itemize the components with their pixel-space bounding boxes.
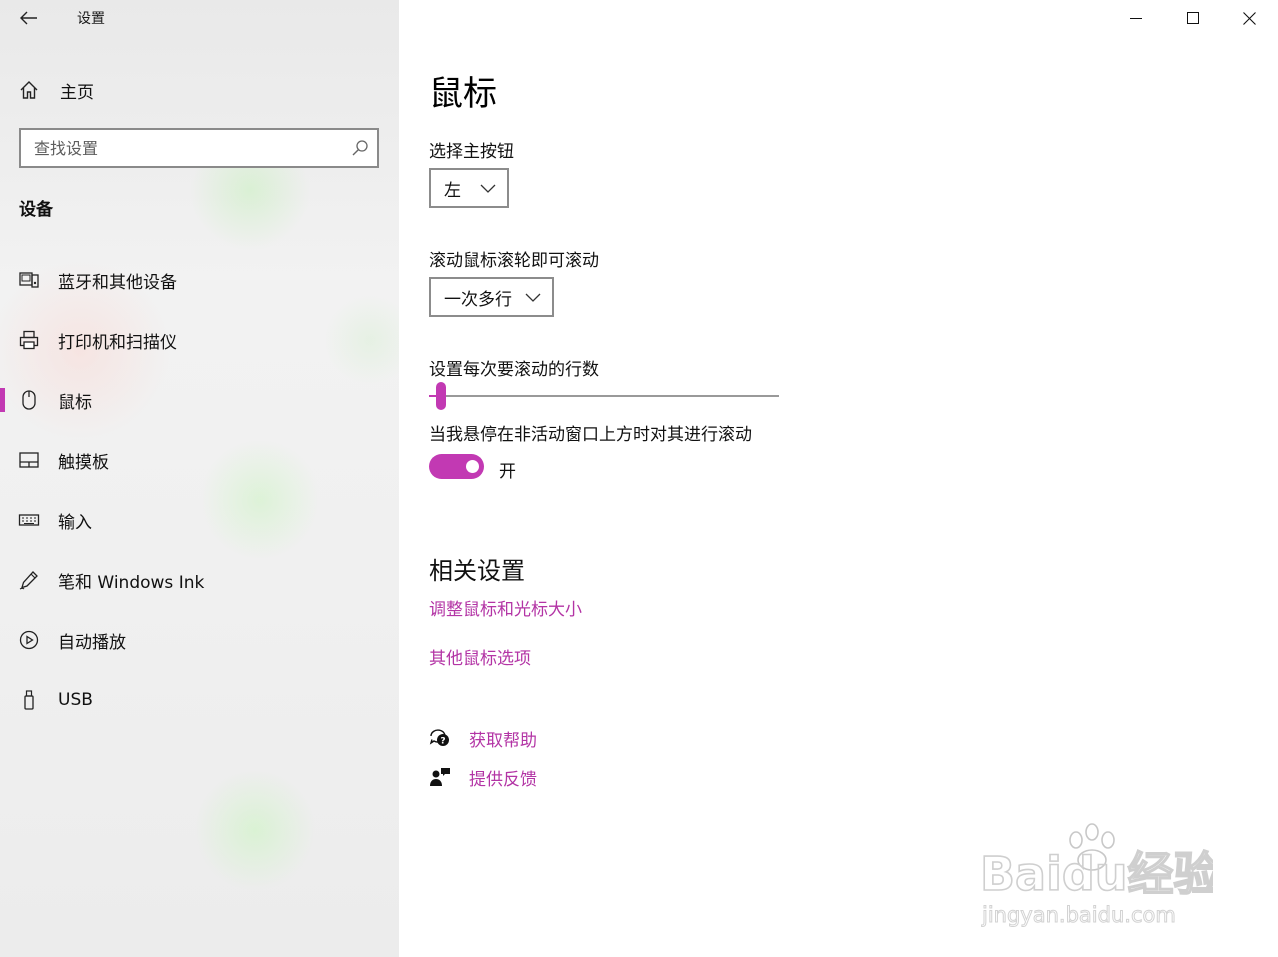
usb-icon: [18, 689, 40, 711]
scroll-lines-slider[interactable]: [429, 380, 779, 412]
toggle-state-label: 开: [499, 462, 516, 482]
primary-button-label: 选择主按钮: [429, 142, 514, 162]
sidebar-item-mouse[interactable]: 鼠标: [0, 370, 399, 430]
printer-icon: [18, 329, 40, 351]
svg-text:?: ?: [440, 737, 445, 747]
dropdown-value: 一次多行: [444, 289, 512, 310]
svg-text:jingyan.baidu.com: jingyan.baidu.com: [981, 903, 1176, 927]
app-title: 设置: [77, 11, 105, 27]
sidebar-item-printers[interactable]: 打印机和扫描仪: [0, 310, 399, 370]
touchpad-icon: [18, 449, 40, 471]
dropdown-value: 左: [444, 180, 461, 201]
sidebar-item-label: 蓝牙和其他设备: [58, 272, 177, 293]
inactive-scroll-toggle[interactable]: [429, 454, 484, 479]
minimize-button[interactable]: [1107, 0, 1164, 36]
slider-track: [429, 395, 779, 397]
pen-icon: [18, 569, 40, 591]
chevron-down-icon: [525, 293, 541, 302]
section-title: 设备: [19, 200, 53, 220]
inactive-scroll-label: 当我悬停在非活动窗口上方时对其进行滚动: [429, 425, 752, 445]
help-chat-icon: ?: [429, 729, 449, 747]
sidebar: 设置 主页 设备 蓝牙和其他设备 打印机和扫描仪 鼠标: [0, 0, 399, 957]
sidebar-nav: 蓝牙和其他设备 打印机和扫描仪 鼠标 触摸板 输入 笔和 Windows Ink…: [0, 250, 399, 730]
sidebar-item-label: 打印机和扫描仪: [58, 332, 177, 353]
sidebar-item-label: 自动播放: [58, 632, 126, 653]
related-settings-title: 相关设置: [429, 557, 525, 585]
keyboard-icon: [18, 509, 40, 531]
sidebar-item-label: 输入: [58, 512, 92, 533]
sidebar-item-autoplay[interactable]: 自动播放: [0, 610, 399, 670]
toggle-knob: [466, 460, 479, 473]
minimize-icon: [1129, 18, 1142, 19]
sidebar-item-bluetooth[interactable]: 蓝牙和其他设备: [0, 250, 399, 310]
get-help-row[interactable]: ? 获取帮助: [429, 725, 537, 751]
close-icon: [1243, 11, 1256, 25]
maximize-icon: [1186, 12, 1199, 24]
sidebar-item-typing[interactable]: 输入: [0, 490, 399, 550]
search-box: [19, 128, 379, 168]
home-icon: [20, 81, 38, 99]
page-title: 鼠标: [429, 74, 497, 114]
autoplay-icon: [18, 629, 40, 651]
feedback-icon: [430, 768, 450, 786]
back-arrow-icon: [20, 11, 37, 25]
mouse-icon: [18, 389, 40, 411]
search-icon[interactable]: [351, 139, 369, 157]
sidebar-item-label: 触摸板: [58, 452, 109, 473]
sidebar-item-label: USB: [58, 690, 93, 710]
scroll-mode-label: 滚动鼠标滚轮即可滚动: [429, 251, 599, 271]
slider-thumb[interactable]: [436, 382, 446, 410]
maximize-button[interactable]: [1164, 0, 1221, 36]
get-help-link: 获取帮助: [469, 730, 537, 751]
sidebar-item-label: 鼠标: [58, 392, 92, 413]
close-button[interactable]: [1221, 0, 1278, 36]
scroll-lines-label: 设置每次要滚动的行数: [429, 360, 599, 380]
sidebar-item-label: 笔和 Windows Ink: [58, 572, 205, 593]
chevron-down-icon: [480, 184, 496, 193]
sidebar-item-usb[interactable]: USB: [0, 670, 399, 730]
bluetooth-devices-icon: [18, 269, 40, 291]
additional-mouse-options-link[interactable]: 其他鼠标选项: [429, 644, 531, 669]
baidu-jingyan-watermark: Baidu经验 jingyan.baidu.com: [979, 823, 1213, 928]
primary-button-dropdown[interactable]: 左: [429, 168, 509, 208]
back-button[interactable]: [16, 6, 42, 30]
sidebar-item-pen[interactable]: 笔和 Windows Ink: [0, 550, 399, 610]
search-input[interactable]: [21, 130, 331, 166]
feedback-row[interactable]: 提供反馈: [429, 764, 537, 790]
svg-text:Baidu经验: Baidu经验: [980, 847, 1213, 901]
scroll-mode-dropdown[interactable]: 一次多行: [429, 277, 554, 317]
home-nav[interactable]: 主页: [18, 76, 94, 104]
feedback-link: 提供反馈: [469, 769, 537, 790]
cursor-size-link[interactable]: 调整鼠标和光标大小: [429, 595, 582, 620]
home-label: 主页: [60, 82, 94, 103]
sidebar-item-touchpad[interactable]: 触摸板: [0, 430, 399, 490]
